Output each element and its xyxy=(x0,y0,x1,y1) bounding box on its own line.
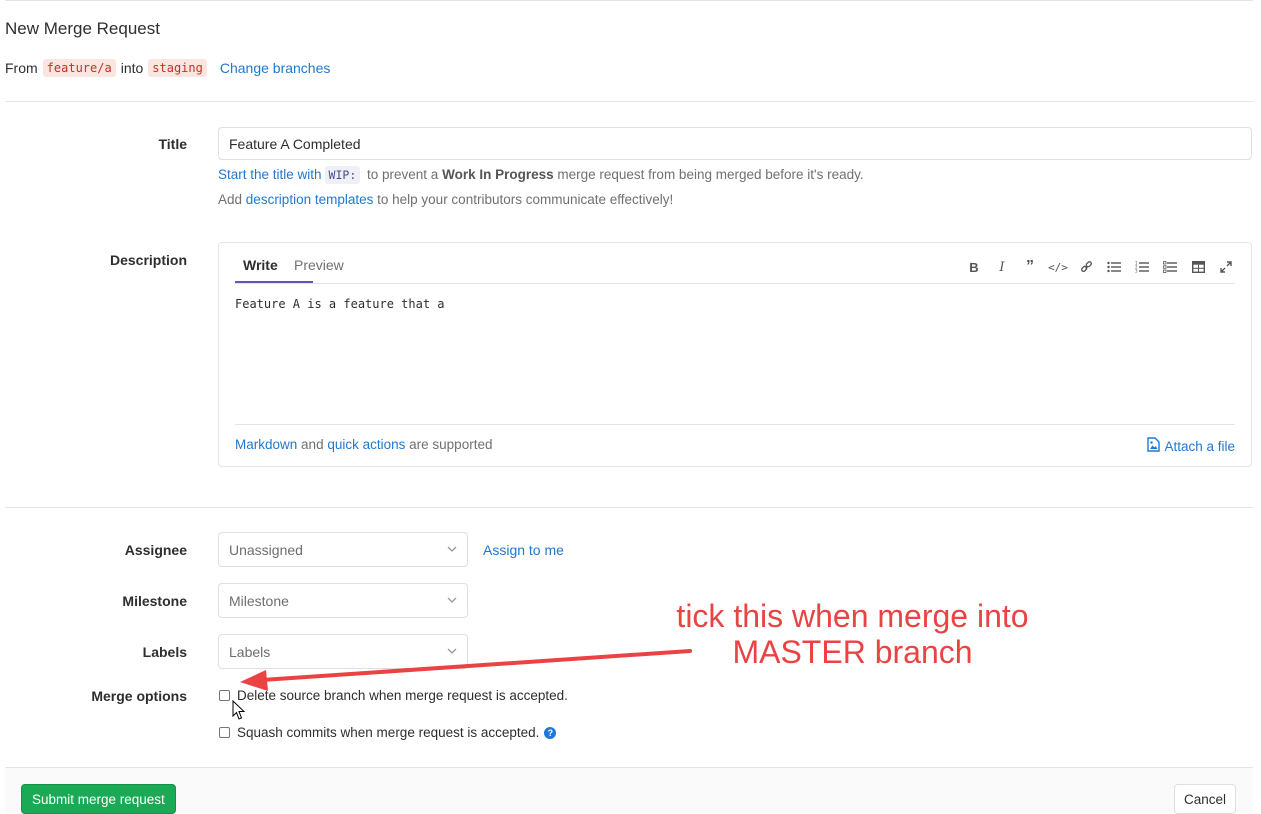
chevron-down-icon xyxy=(447,544,457,555)
source-branch: feature/a xyxy=(42,59,116,77)
description-label: Description xyxy=(109,252,187,268)
footer-and: and xyxy=(301,437,324,452)
file-image-icon xyxy=(1147,437,1161,455)
templates-pre: Add xyxy=(218,192,243,207)
description-templates-link[interactable]: description templates xyxy=(246,192,374,207)
description-textarea[interactable]: Feature A is a feature that a xyxy=(235,297,445,311)
wip-hint-bold: Work In Progress xyxy=(442,167,554,182)
assign-to-me-link[interactable]: Assign to me xyxy=(483,542,564,558)
title-input[interactable]: Feature A Completed xyxy=(218,127,1252,160)
link-icon[interactable] xyxy=(1078,259,1094,275)
form-actions-bar xyxy=(5,767,1253,813)
change-branches-link[interactable]: Change branches xyxy=(220,60,331,76)
labels-select[interactable]: Labels xyxy=(218,634,468,669)
labels-value: Labels xyxy=(229,643,271,660)
merge-options-label: Merge options xyxy=(91,688,187,704)
annotation-text: tick this when merge into MASTER branch xyxy=(640,598,1065,670)
wip-hint: Start the title with WIP: to prevent a Wo… xyxy=(218,166,864,184)
cancel-button[interactable]: Cancel xyxy=(1174,784,1236,814)
bold-icon[interactable]: B xyxy=(966,259,982,275)
submit-merge-request-button[interactable]: Submit merge request xyxy=(21,784,176,814)
markdown-footer: Markdown and quick actions are supported xyxy=(235,437,492,452)
labels-label: Labels xyxy=(142,644,187,660)
svg-text:3: 3 xyxy=(1135,269,1138,274)
tab-preview[interactable]: Preview xyxy=(294,257,344,273)
tab-write[interactable]: Write xyxy=(243,257,278,273)
into-label: into xyxy=(120,60,144,76)
numbered-list-icon[interactable]: 123 xyxy=(1134,259,1150,275)
question-circle-icon[interactable]: ? xyxy=(544,726,557,739)
task-list-icon[interactable] xyxy=(1162,259,1178,275)
delete-source-label: Delete source branch when merge request … xyxy=(237,688,568,703)
markdown-link[interactable]: Markdown xyxy=(235,437,297,452)
branch-info: From feature/a into staging Change branc… xyxy=(5,58,330,78)
annotation-line-1: tick this when merge into xyxy=(676,598,1029,634)
page-title: New Merge Request xyxy=(5,19,160,38)
milestone-select[interactable]: Milestone xyxy=(218,583,468,618)
assignee-value: Unassigned xyxy=(229,541,303,558)
section-divider xyxy=(5,101,1253,102)
attach-file-label: Attach a file xyxy=(1164,438,1235,454)
squash-option[interactable]: Squash commits when merge request is acc… xyxy=(219,725,557,740)
italic-icon[interactable]: I xyxy=(994,259,1010,275)
templates-post: to help your contributors communicate ef… xyxy=(377,192,674,207)
assignee-label: Assignee xyxy=(124,542,187,558)
section-divider xyxy=(5,507,1253,508)
quick-actions-link[interactable]: quick actions xyxy=(327,437,405,452)
description-editor: Write Preview B I ” </> 123 Feature A is… xyxy=(218,242,1252,467)
fullscreen-icon[interactable] xyxy=(1218,259,1234,275)
from-label: From xyxy=(5,60,38,76)
table-icon[interactable] xyxy=(1190,259,1206,275)
wip-hint-mid: to prevent a xyxy=(367,167,439,182)
wip-hint-link[interactable]: Start the title with xyxy=(218,167,322,182)
footer-supported: are supported xyxy=(409,437,493,452)
chevron-down-icon xyxy=(447,595,457,606)
mouse-cursor-icon xyxy=(232,699,246,724)
quote-icon[interactable]: ” xyxy=(1022,258,1038,275)
milestone-label: Milestone xyxy=(122,593,187,609)
delete-source-option[interactable]: Delete source branch when merge request … xyxy=(219,688,568,703)
assignee-select[interactable]: Unassigned xyxy=(218,532,468,567)
annotation-line-2: MASTER branch xyxy=(732,634,973,670)
wip-hint-end: merge request from being merged before i… xyxy=(557,167,864,182)
milestone-value: Milestone xyxy=(229,592,289,609)
squash-label: Squash commits when merge request is acc… xyxy=(237,725,540,740)
squash-checkbox[interactable] xyxy=(219,727,230,738)
code-icon[interactable]: </> xyxy=(1048,259,1068,275)
title-label: Title xyxy=(158,136,187,152)
editor-tab-divider xyxy=(235,283,1235,284)
wip-code: WIP: xyxy=(324,166,361,184)
bullet-list-icon[interactable] xyxy=(1106,259,1122,275)
attach-file-link[interactable]: Attach a file xyxy=(1147,437,1235,455)
editor-footer-divider xyxy=(235,424,1235,425)
delete-source-checkbox[interactable] xyxy=(219,690,230,701)
templates-hint: Add description templates to help your c… xyxy=(218,192,673,207)
chevron-down-icon xyxy=(447,646,457,657)
top-divider xyxy=(5,0,1253,1)
target-branch: staging xyxy=(148,59,207,77)
